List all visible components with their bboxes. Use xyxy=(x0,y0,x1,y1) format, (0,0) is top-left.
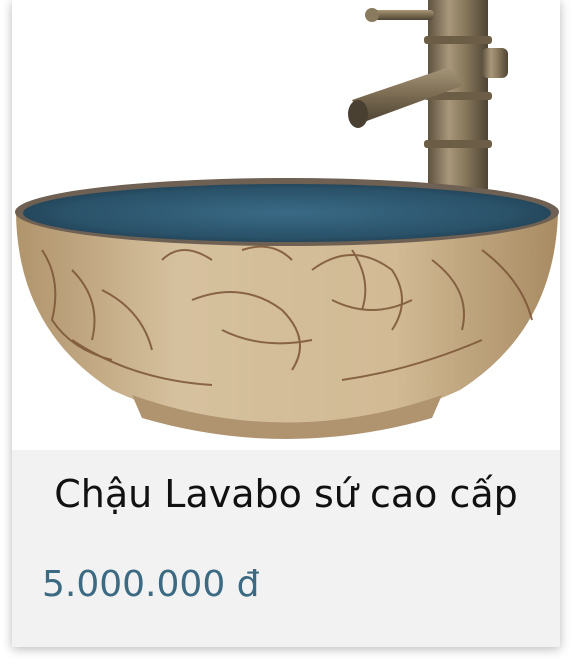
ceramic-basin-image xyxy=(15,0,559,439)
product-title[interactable]: Chậu Lavabo sứ cao cấp xyxy=(12,472,560,516)
product-info: Chậu Lavabo sứ cao cấp 5.000.000 đ xyxy=(12,450,560,647)
product-card[interactable]: Chậu Lavabo sứ cao cấp 5.000.000 đ xyxy=(12,0,560,647)
product-price: 5.000.000 đ xyxy=(42,564,260,605)
product-image[interactable] xyxy=(12,0,560,450)
